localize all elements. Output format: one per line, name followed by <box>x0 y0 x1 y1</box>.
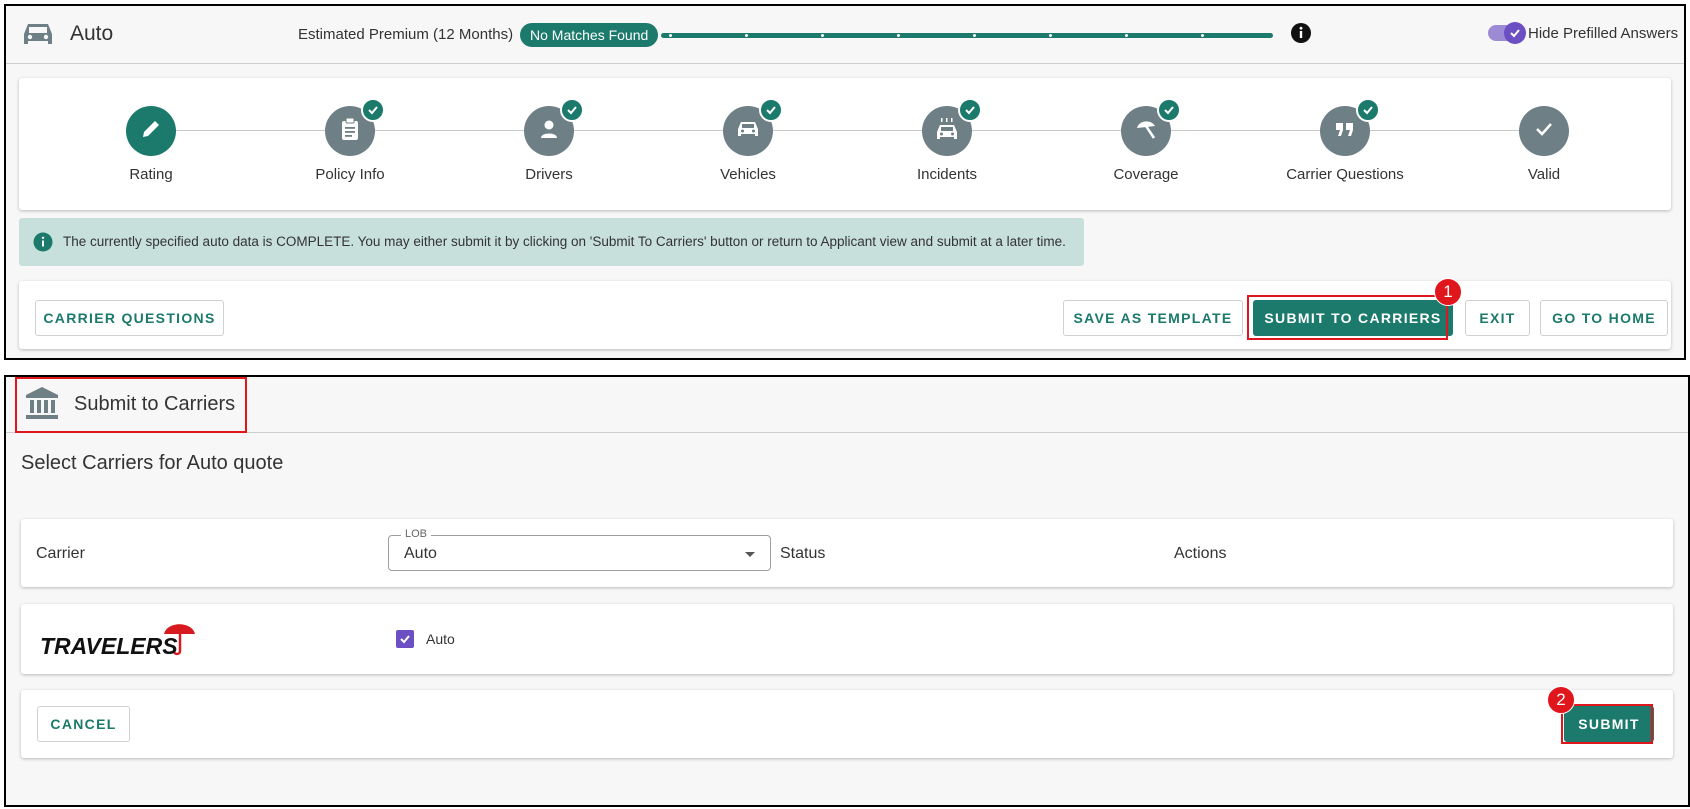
step-label: Incidents <box>916 166 978 183</box>
step-label: Vehicles <box>720 166 776 183</box>
go-to-home-button[interactable]: GO TO HOME <box>1540 300 1668 336</box>
step-valid[interactable]: Valid <box>1464 106 1624 183</box>
check-icon <box>1504 22 1526 44</box>
carrier-table-header: Carrier LOB Auto Status Actions <box>21 519 1673 587</box>
step-vehicles[interactable]: Vehicles <box>668 98 828 183</box>
step-label: Carrier Questions <box>1286 166 1404 183</box>
travelers-logo: TRAVELERS <box>39 622 209 663</box>
step-circle <box>126 106 176 156</box>
hide-prefilled-label: Hide Prefilled Answers <box>1528 25 1679 42</box>
check-icon <box>1533 118 1555 145</box>
step-label: Rating <box>129 166 173 183</box>
save-as-template-button[interactable]: SAVE AS TEMPLATE <box>1063 300 1243 336</box>
step-label: Coverage <box>1113 166 1179 183</box>
car-icon <box>736 119 760 144</box>
step-circle <box>325 98 385 156</box>
submit-header: Submit to Carriers <box>6 377 1688 433</box>
step-rating[interactable]: Rating <box>71 106 231 183</box>
person-icon <box>538 118 560 145</box>
step-policy-info[interactable]: Policy Info <box>270 98 430 183</box>
step-drivers[interactable]: Drivers <box>469 98 629 183</box>
completed-check-icon <box>1356 98 1380 122</box>
step-circle <box>1121 98 1181 156</box>
step-circle <box>1320 98 1380 156</box>
highlight-box <box>1247 295 1448 340</box>
submit-carriers-panel: Submit to Carriers Select Carriers for A… <box>4 375 1690 807</box>
info-icon <box>33 232 53 252</box>
premium-label: Estimated Premium (12 Months) <box>298 26 514 43</box>
completed-check-icon <box>560 98 584 122</box>
umbrella-icon <box>1134 117 1158 146</box>
step-coverage[interactable]: Coverage <box>1066 98 1226 183</box>
car-icon <box>22 20 54 53</box>
step-carrier-questions[interactable]: Carrier Questions <box>1265 98 1425 183</box>
premium-range-bar <box>661 33 1273 38</box>
completed-check-icon <box>1157 98 1181 122</box>
lob-legend: LOB <box>401 528 432 540</box>
step-marker-2: 2 <box>1547 686 1575 714</box>
quote-panel: Auto Estimated Premium (12 Months) No Ma… <box>4 4 1686 360</box>
cancel-button[interactable]: CANCEL <box>37 706 130 742</box>
hide-prefilled-toggle[interactable] <box>1488 22 1526 44</box>
clipboard-icon <box>339 117 361 146</box>
highlight-box <box>1561 704 1653 744</box>
carrier-row: TRAVELERS Auto <box>21 604 1673 674</box>
lob-select[interactable]: LOB Auto <box>388 528 771 571</box>
step-circle <box>723 98 783 156</box>
quote-icon <box>1334 120 1356 143</box>
alert-message: The currently specified auto data is COM… <box>63 234 1066 249</box>
page-title: Auto <box>70 22 114 45</box>
checkbox-label: Auto <box>426 631 455 647</box>
section-title: Select Carriers for Auto quote <box>21 452 284 474</box>
car-crash-icon <box>935 117 959 146</box>
completed-check-icon <box>361 98 385 122</box>
step-label: Policy Info <box>315 166 385 183</box>
highlight-box <box>15 377 247 433</box>
step-circle <box>1519 106 1569 156</box>
submit-action-bar: CANCEL SUBMIT <box>21 690 1673 758</box>
carrier-questions-button[interactable]: CARRIER QUESTIONS <box>35 300 224 336</box>
column-status: Status <box>780 545 826 562</box>
step-incidents[interactable]: Incidents <box>867 98 1027 183</box>
premium-status-badge: No Matches Found <box>520 23 659 47</box>
completed-check-icon <box>958 98 982 122</box>
info-alert: The currently specified auto data is COM… <box>19 218 1084 266</box>
progress-stepper: Rating Policy Info Drivers Vehicles Inci… <box>19 78 1671 210</box>
column-actions: Actions <box>1174 545 1227 562</box>
premium-info-icon[interactable] <box>1290 22 1312 44</box>
lob-selected-value: Auto <box>404 545 437 562</box>
exit-button[interactable]: EXIT <box>1465 300 1530 336</box>
column-carrier: Carrier <box>36 545 85 562</box>
step-circle <box>922 98 982 156</box>
top-header: Auto Estimated Premium (12 Months) No Ma… <box>6 6 1684 64</box>
travelers-logo-text: TRAVELERS <box>40 633 178 658</box>
pencil-icon <box>140 118 162 145</box>
step-marker-1: 1 <box>1434 278 1462 306</box>
carrier-lob-checkbox[interactable] <box>396 630 414 648</box>
caret-down-icon <box>745 552 755 557</box>
step-circle <box>524 98 584 156</box>
step-label: Valid <box>1527 166 1561 183</box>
completed-check-icon <box>759 98 783 122</box>
step-label: Drivers <box>525 166 573 183</box>
